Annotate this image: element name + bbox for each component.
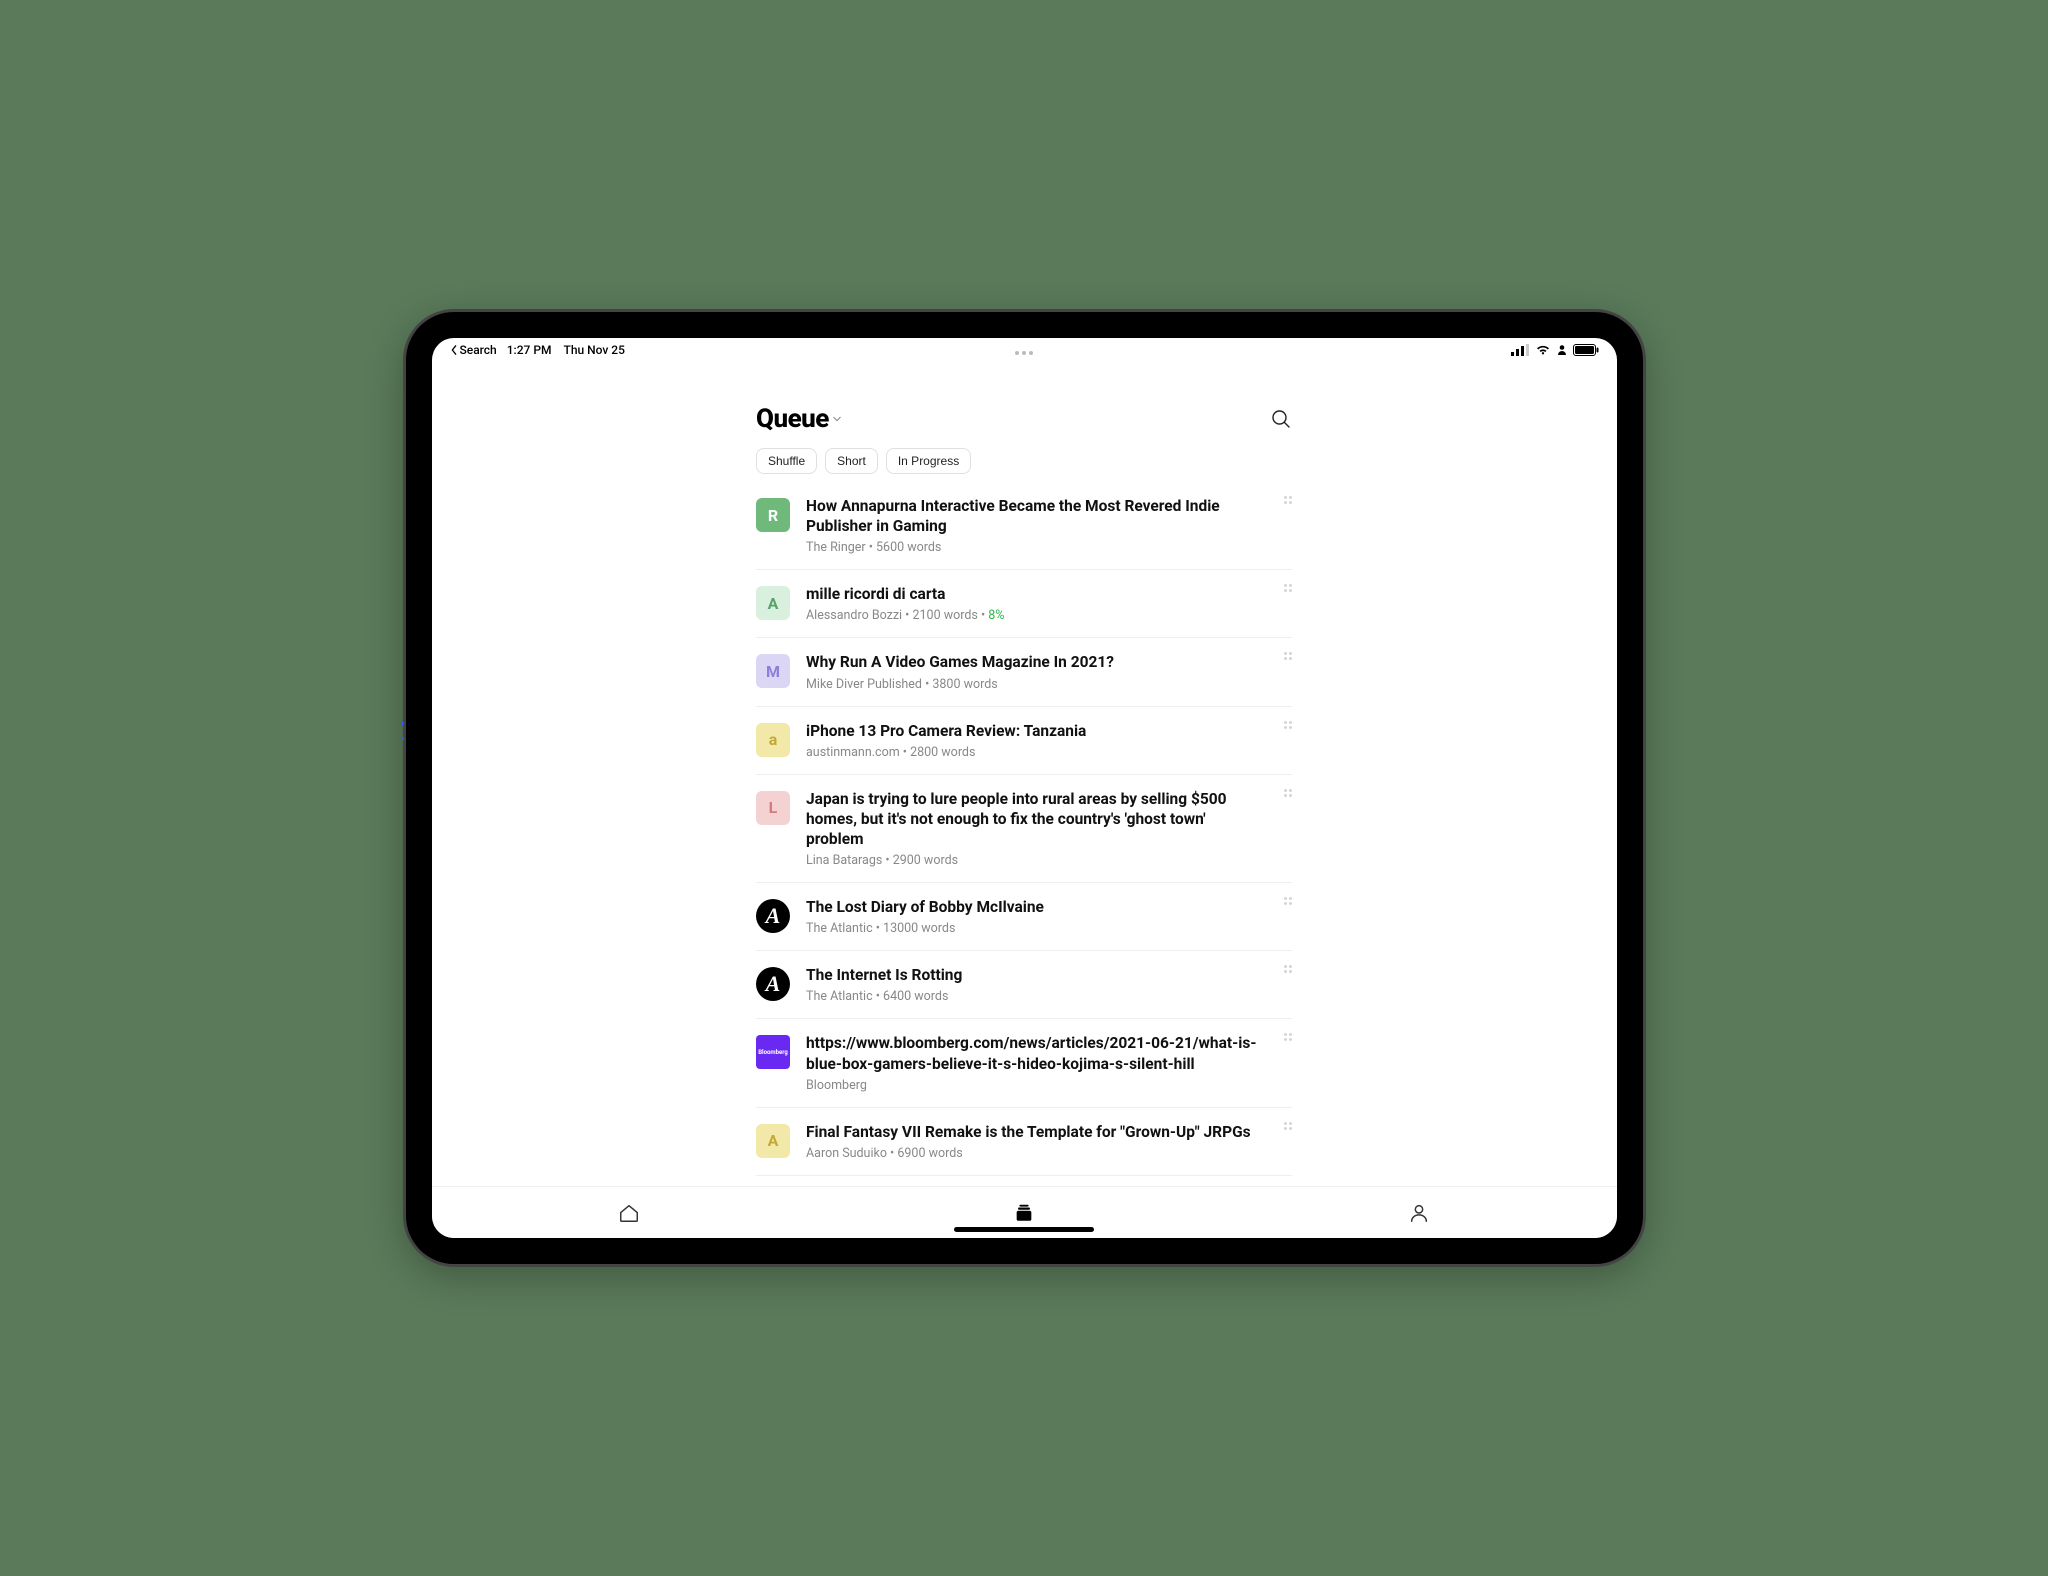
drag-handle-icon[interactable] [1284, 789, 1292, 797]
article-title: The Lost Diary of Bobby McIlvaine [806, 897, 1262, 917]
search-button[interactable] [1270, 408, 1292, 430]
filter-in-progress[interactable]: In Progress [886, 448, 971, 474]
article-meta: austinmann.com • 2800 words [806, 745, 1262, 760]
page-title-dropdown[interactable]: Queue [756, 404, 841, 434]
article-body: How Annapurna Interactive Became the Mos… [806, 496, 1292, 555]
article-title: Final Fantasy VII Remake is the Template… [806, 1122, 1262, 1142]
article-item[interactable]: A The Lost Diary of Bobby McIlvaine The At… [756, 883, 1292, 951]
multitasking-grabber[interactable] [1015, 351, 1033, 355]
drag-handle-icon[interactable] [1284, 897, 1292, 905]
article-thumbnail: R [756, 498, 790, 532]
screen: Search 1:27 PM Thu Nov 25 [432, 338, 1617, 1238]
back-label: Search [460, 343, 497, 357]
filter-pills: Shuffle Short In Progress [756, 448, 1292, 474]
article-item[interactable]: M Why Run A Video Games Magazine In 2021?… [756, 638, 1292, 706]
status-date: Thu Nov 25 [564, 343, 625, 357]
article-title: mille ricordi di carta [806, 584, 1262, 604]
tab-home[interactable] [589, 1202, 669, 1224]
article-body: https://www.bloomberg.com/news/articles/… [806, 1033, 1292, 1092]
drag-handle-icon[interactable] [1284, 721, 1292, 729]
tab-profile[interactable] [1379, 1202, 1459, 1224]
status-time: 1:27 PM [507, 343, 552, 357]
article-thumbnail: L [756, 791, 790, 825]
article-meta: Mike Diver Published • 3800 words [806, 677, 1262, 692]
drag-handle-icon[interactable] [1284, 496, 1292, 504]
ipad-device-frame: Search 1:27 PM Thu Nov 25 [406, 312, 1643, 1264]
article-meta: Aaron Suduiko • 6900 words [806, 1146, 1262, 1161]
article-thumbnail: A [756, 899, 790, 933]
back-to-search-button[interactable]: Search [450, 343, 497, 357]
article-item[interactable]: A Final Fantasy VII Remake is the Templat… [756, 1108, 1292, 1176]
article-item[interactable]: L Japan is trying to lure people into rur… [756, 775, 1292, 883]
drag-handle-icon[interactable] [1284, 965, 1292, 973]
page-header: Queue [756, 404, 1292, 434]
profile-icon [1408, 1202, 1430, 1224]
drag-handle-icon[interactable] [1284, 652, 1292, 660]
article-body: The Internet Is Rotting The Atlantic • 64… [806, 965, 1292, 1004]
article-meta: Bloomberg [806, 1078, 1262, 1093]
article-meta: The Ringer • 5600 words [806, 540, 1262, 555]
article-thumbnail: A [756, 1124, 790, 1158]
article-item[interactable]: R How Annapurna Interactive Became the Mo… [756, 496, 1292, 570]
battery-icon [1573, 344, 1599, 356]
drag-handle-icon[interactable] [1284, 1122, 1292, 1130]
article-list: R How Annapurna Interactive Became the Mo… [756, 496, 1292, 1176]
filter-short[interactable]: Short [825, 448, 878, 474]
status-bar-right [1511, 344, 1599, 356]
wifi-icon [1535, 344, 1551, 356]
status-bar: Search 1:27 PM Thu Nov 25 [432, 338, 1617, 362]
article-title: Japan is trying to lure people into rura… [806, 789, 1262, 849]
article-item[interactable]: A The Internet Is Rotting The Atlantic • 6… [756, 951, 1292, 1019]
article-meta: The Atlantic • 13000 words [806, 921, 1262, 936]
page-title: Queue [756, 404, 829, 434]
article-body: Final Fantasy VII Remake is the Template… [806, 1122, 1292, 1161]
content-area: Queue Shuffle Short In Progress [432, 362, 1617, 1186]
queue-icon [1013, 1202, 1035, 1224]
home-indicator[interactable] [954, 1227, 1094, 1232]
drag-handle-icon[interactable] [1284, 1033, 1292, 1041]
home-icon [618, 1202, 640, 1224]
article-progress: 8% [988, 608, 1004, 623]
article-item[interactable]: a iPhone 13 Pro Camera Review: Tanzania au… [756, 707, 1292, 775]
chevron-down-icon [833, 416, 841, 422]
article-item[interactable]: Bloomberg https://www.bloomberg.com/news/… [756, 1019, 1292, 1107]
article-title: The Internet Is Rotting [806, 965, 1262, 985]
tab-queue[interactable] [984, 1202, 1064, 1224]
tab-bar [432, 1186, 1617, 1238]
article-thumbnail: A [756, 586, 790, 620]
user-switch-icon [1557, 344, 1567, 356]
article-thumbnail: a [756, 723, 790, 757]
article-title: iPhone 13 Pro Camera Review: Tanzania [806, 721, 1262, 741]
article-body: Japan is trying to lure people into rura… [806, 789, 1292, 868]
article-thumbnail: M [756, 654, 790, 688]
article-meta: Lina Batarags • 2900 words [806, 853, 1262, 868]
article-item[interactable]: Amille ricordi di carta Alessandro Bozzi … [756, 570, 1292, 638]
drag-handle-icon[interactable] [1284, 584, 1292, 592]
article-title: Why Run A Video Games Magazine In 2021? [806, 652, 1262, 672]
article-body: mille ricordi di carta Alessandro Bozzi •… [806, 584, 1292, 623]
cellular-signal-icon [1511, 344, 1529, 356]
article-title: How Annapurna Interactive Became the Mos… [806, 496, 1262, 536]
article-thumbnail: Bloomberg [756, 1035, 790, 1069]
filter-shuffle[interactable]: Shuffle [756, 448, 817, 474]
search-icon [1271, 409, 1291, 429]
article-body: Why Run A Video Games Magazine In 2021? M… [806, 652, 1292, 691]
back-chevron-icon [450, 345, 458, 355]
article-thumbnail: A [756, 967, 790, 1001]
main-content: Queue Shuffle Short In Progress [756, 362, 1292, 1186]
device-side-indicators [401, 722, 404, 740]
status-bar-left: Search 1:27 PM Thu Nov 25 [450, 343, 625, 357]
article-meta: Alessandro Bozzi • 2100 words • 8% [806, 608, 1262, 623]
article-body: iPhone 13 Pro Camera Review: Tanzania aus… [806, 721, 1292, 760]
article-body: The Lost Diary of Bobby McIlvaine The Atl… [806, 897, 1292, 936]
article-title: https://www.bloomberg.com/news/articles/… [806, 1033, 1262, 1073]
article-meta: The Atlantic • 6400 words [806, 989, 1262, 1004]
